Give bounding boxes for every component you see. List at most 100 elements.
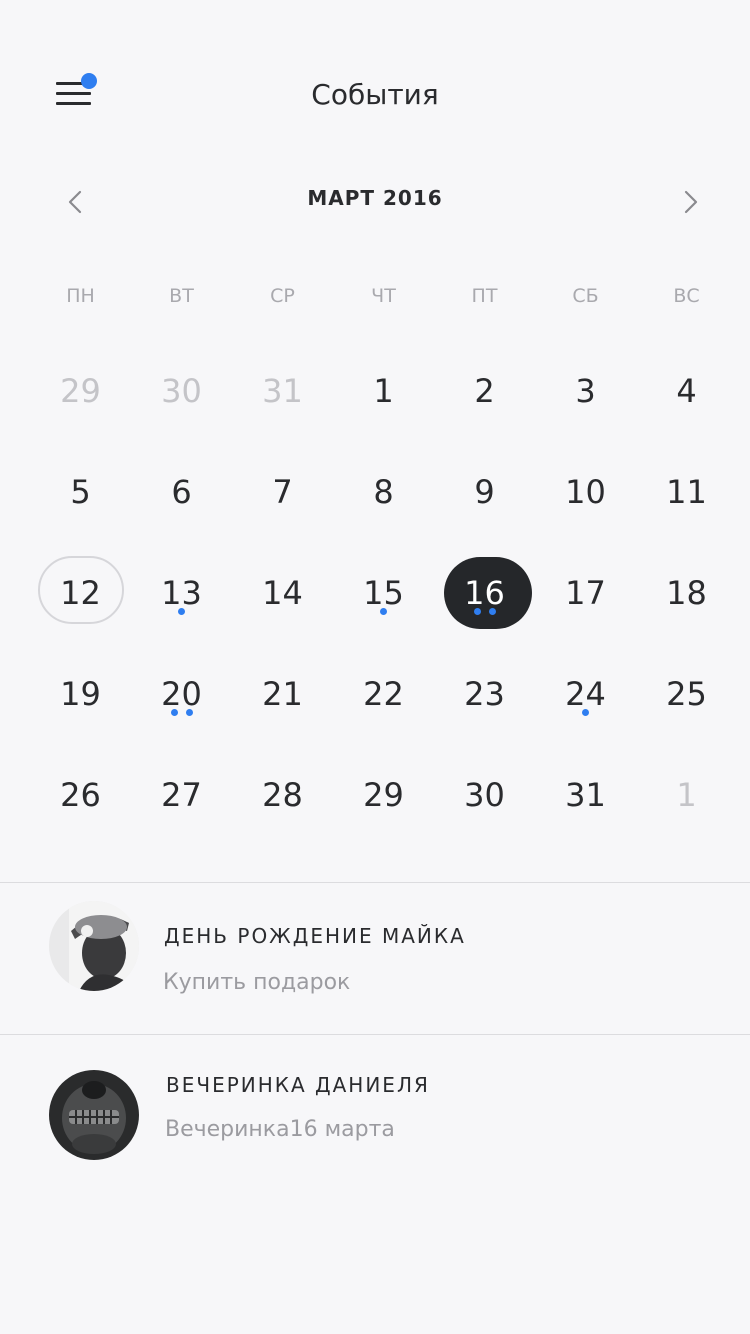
- day-number: 29: [363, 775, 404, 814]
- event-dot: [185, 709, 193, 716]
- weekday-label: СР: [270, 285, 295, 307]
- day-number: 11: [666, 472, 707, 511]
- calendar-day[interactable]: 7: [232, 441, 333, 542]
- calendar-day[interactable]: 29: [30, 340, 131, 441]
- weekday-label: ПН: [66, 285, 95, 307]
- month-label: МАРТ 2016: [307, 186, 443, 210]
- calendar-day[interactable]: 30: [131, 340, 232, 441]
- day-number: 12: [60, 573, 101, 612]
- calendar-day[interactable]: 3: [535, 340, 636, 441]
- day-number: 3: [575, 371, 596, 410]
- calendar-day[interactable]: 17: [535, 542, 636, 643]
- day-number: 2: [474, 371, 495, 410]
- day-number: 31: [565, 775, 606, 814]
- event-item-party[interactable]: ВЕЧЕРИНКА ДАНИЕЛЯ Вечеринка16 марта: [0, 1037, 750, 1187]
- event-dot: [488, 608, 496, 615]
- skull-face-avatar: [49, 1070, 139, 1160]
- calendar-day[interactable]: 14: [232, 542, 333, 643]
- calendar-day[interactable]: 30: [434, 744, 535, 845]
- day-number: 23: [464, 674, 505, 713]
- calendar-day-today[interactable]: 12: [30, 542, 131, 643]
- event-indicator: [333, 608, 434, 615]
- event-dot: [178, 608, 185, 615]
- calendar-day[interactable]: 26: [30, 744, 131, 845]
- day-number: 20: [161, 674, 202, 713]
- day-number: 17: [565, 573, 606, 612]
- calendar-day[interactable]: 20: [131, 643, 232, 744]
- calendar-day[interactable]: 8: [333, 441, 434, 542]
- calendar-day[interactable]: 19: [30, 643, 131, 744]
- calendar-week: 26 27 28 29 30 31 1: [30, 744, 738, 845]
- day-number: 5: [70, 472, 91, 511]
- day-number: 25: [666, 674, 707, 713]
- day-number: 19: [60, 674, 101, 713]
- day-number: 1: [676, 775, 697, 814]
- event-indicator: [535, 709, 636, 716]
- day-number: 24: [565, 674, 606, 713]
- month-navigation: МАРТ 2016: [0, 170, 750, 230]
- calendar-day[interactable]: 13: [131, 542, 232, 643]
- calendar-day[interactable]: 22: [333, 643, 434, 744]
- event-subtitle: Купить подарок: [163, 970, 351, 995]
- calendar-day[interactable]: 9: [434, 441, 535, 542]
- calendar-day[interactable]: 24: [535, 643, 636, 744]
- event-dot: [582, 709, 589, 716]
- calendar-day[interactable]: 5: [30, 441, 131, 542]
- calendar-week: 19 20 21 22 23 24 25: [30, 643, 738, 744]
- day-number: 31: [262, 371, 303, 410]
- divider: [0, 1034, 750, 1035]
- event-dot: [170, 709, 178, 716]
- calendar-day[interactable]: 28: [232, 744, 333, 845]
- calendar-day[interactable]: 25: [636, 643, 737, 744]
- event-indicator: [131, 709, 232, 716]
- day-number: 18: [666, 573, 707, 612]
- calendar-day[interactable]: 10: [535, 441, 636, 542]
- day-number: 7: [272, 472, 293, 511]
- calendar-day[interactable]: 1: [636, 744, 737, 845]
- calendar-week: 5 6 7 8 9 10 11: [30, 441, 738, 542]
- calendar-day[interactable]: 31: [535, 744, 636, 845]
- calendar-day[interactable]: 31: [232, 340, 333, 441]
- day-number: 10: [565, 472, 606, 511]
- event-dot: [473, 608, 481, 615]
- day-number: 15: [363, 573, 404, 612]
- calendar-day[interactable]: 29: [333, 744, 434, 845]
- day-number: 8: [373, 472, 394, 511]
- calendar-day[interactable]: 4: [636, 340, 737, 441]
- calendar-day[interactable]: 27: [131, 744, 232, 845]
- calendar-day[interactable]: 2: [434, 340, 535, 441]
- day-number: 28: [262, 775, 303, 814]
- event-indicator: [131, 608, 232, 615]
- day-number: 14: [262, 573, 303, 612]
- calendar-day[interactable]: 6: [131, 441, 232, 542]
- day-number: 30: [161, 371, 202, 410]
- calendar-day[interactable]: 21: [232, 643, 333, 744]
- calendar-day-selected[interactable]: 16: [434, 542, 535, 643]
- calendar-day[interactable]: 11: [636, 441, 737, 542]
- calendar-day[interactable]: 23: [434, 643, 535, 744]
- event-item-birthday[interactable]: ДЕНЬ РОЖДЕНИЕ МАЙКА Купить подарок: [0, 885, 750, 1035]
- page-title: События: [311, 78, 439, 111]
- weekday-label: СБ: [572, 285, 599, 307]
- weekday-label: ВС: [673, 285, 700, 307]
- calendar-day[interactable]: 15: [333, 542, 434, 643]
- day-number: 6: [171, 472, 192, 511]
- day-number: 22: [363, 674, 404, 713]
- day-number: 9: [474, 472, 495, 511]
- person-avatar: [49, 901, 139, 991]
- day-number: 4: [676, 371, 697, 410]
- divider: [0, 882, 750, 883]
- event-title: ВЕЧЕРИНКА ДАНИЕЛЯ: [166, 1073, 430, 1097]
- calendar-day[interactable]: 18: [636, 542, 737, 643]
- weekday-header: ПН ВТ СР ЧТ ПТ СБ ВС: [30, 285, 738, 307]
- calendar-day[interactable]: 1: [333, 340, 434, 441]
- weekday-label: ПТ: [471, 285, 498, 307]
- weekday-label: ВТ: [169, 285, 194, 307]
- weekday-label: ЧТ: [371, 285, 396, 307]
- chevron-right-icon[interactable]: [670, 182, 710, 222]
- day-number: 13: [161, 573, 202, 612]
- event-dot: [380, 608, 387, 615]
- day-number: 21: [262, 674, 303, 713]
- day-number: 26: [60, 775, 101, 814]
- event-indicator: [434, 608, 535, 615]
